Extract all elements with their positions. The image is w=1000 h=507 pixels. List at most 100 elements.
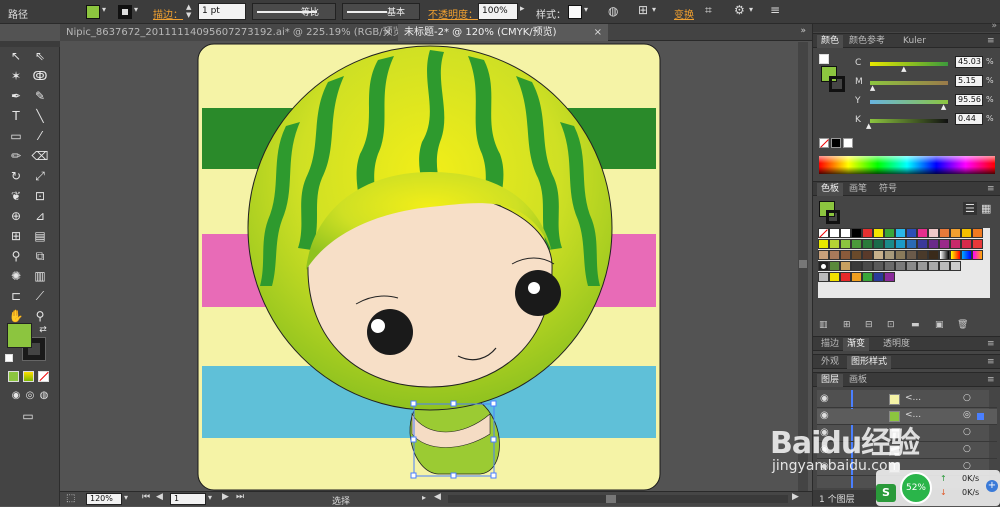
channel-c-field[interactable]: 45.03 [955,56,983,68]
type-tool-icon[interactable]: T [6,107,26,125]
slider-knob[interactable]: ▲ [941,103,946,111]
swatch-olive[interactable] [895,250,906,260]
default-colors-icon[interactable] [819,54,829,64]
channel-k-slider[interactable]: ▲ [866,119,948,130]
panel-menu-icon[interactable]: ≡ [987,338,995,351]
swatch-gray-5[interactable] [895,261,906,271]
chevron-down-icon[interactable]: ▾ [102,5,106,14]
swatch-tan[interactable] [818,250,829,260]
swatch-purple[interactable] [928,239,939,249]
tab-transparency[interactable]: 透明度 [879,338,914,351]
horizontal-scrollbar[interactable] [448,495,788,503]
visibility-eye-icon[interactable]: ◉ [820,393,829,404]
swatch-cyan[interactable] [895,228,906,238]
none-mode-icon[interactable] [38,371,49,382]
graphic-style-swatch[interactable] [568,5,582,19]
pencil-tool-icon[interactable]: ✏ [6,147,26,165]
eyedropper-tool-icon[interactable]: ⚲ [6,247,26,265]
gradient-tool-icon[interactable]: ▤ [30,227,50,245]
align-icon[interactable]: ⊞ [638,3,648,17]
swatch-tangerine[interactable] [972,228,983,238]
swatch-group-green[interactable] [862,272,873,282]
swatch-orange[interactable] [939,228,950,238]
tab-layers[interactable]: 图层 [817,374,844,387]
swatch-mid-green[interactable] [851,239,862,249]
stroke-label[interactable]: 描边： [153,6,183,21]
tab-swatches[interactable]: 色板 [817,183,844,196]
swatch-gray-6[interactable] [906,261,917,271]
tab-color[interactable]: 颜色 [817,35,844,48]
color-spectrum[interactable] [819,156,995,174]
next-artboard-icon[interactable]: ▶ [222,492,229,502]
swatch-amber[interactable] [950,228,961,238]
collapse-icon[interactable]: » [991,21,997,31]
swatch-pink[interactable] [928,228,939,238]
scroll-right-icon[interactable]: ▶ [792,492,799,502]
new-swatch-icon[interactable]: ▣ [935,320,944,330]
black-color-icon[interactable] [831,138,841,148]
artboard-number-field[interactable]: 1 [170,493,206,505]
target-circle-icon[interactable]: ○ [963,444,971,454]
close-icon[interactable]: × [594,24,602,41]
memory-percent-badge[interactable]: 52% [900,472,932,504]
chevron-down-icon[interactable]: ▾ [124,493,128,502]
swatch-gray-1[interactable] [851,261,862,271]
scroll-thumb[interactable] [799,260,807,268]
column-graph-tool-icon[interactable]: ▥ [30,267,50,285]
layer-name[interactable]: <... [905,393,921,403]
fill-swatch[interactable] [7,323,32,348]
swatch-crimson[interactable] [961,239,972,249]
show-swatch-kinds-icon[interactable]: ⊞ [843,320,851,330]
swatch-gradient-rainbow[interactable] [972,250,983,260]
zoom-field[interactable]: 120% [86,493,122,505]
panel-menu-icon[interactable]: ≡ [987,356,995,369]
add-icon[interactable]: + [986,480,998,492]
panel-menu-icon[interactable]: ≡ [987,374,995,387]
target-circle-icon[interactable]: ○ [963,393,971,403]
swatch-plum[interactable] [939,239,950,249]
list-view-icon[interactable]: ☰ [963,202,977,215]
swatch-pattern-leaf[interactable] [829,261,840,271]
swatch-sepia[interactable] [917,250,928,260]
chevron-down-icon[interactable]: ▾ [134,5,138,14]
swatch-teal[interactable] [884,239,895,249]
swatch-sky[interactable] [895,239,906,249]
tab-color-guide[interactable]: 颜色参考 [845,35,889,48]
select-similar-icon[interactable]: ⚙ [734,3,745,17]
panel-menu-icon[interactable]: ≡ [770,3,780,17]
tab-nipic-document[interactable]: Nipic_8637672_20111114095607273192.ai* @… [60,24,407,41]
swatch-gradient-cool[interactable] [961,250,972,260]
swatch-group-blue[interactable] [873,272,884,282]
transform-link[interactable]: 变换 [674,6,694,21]
stroke-color-swatch[interactable] [118,5,132,19]
swatch-white[interactable] [840,228,851,238]
none-color-icon[interactable] [819,138,829,148]
layer-row[interactable]: ◉ <... ○ [817,392,997,408]
swatch-gray-3[interactable] [873,261,884,271]
chevron-down-icon[interactable]: ▾ [749,5,753,14]
swatch-umber[interactable] [906,250,917,260]
slider-knob[interactable]: ▲ [866,122,871,130]
shape-builder-tool-icon[interactable]: ⊕ [6,207,26,225]
warp-tool-icon[interactable]: ❦ [6,187,26,205]
swatch-group-orange[interactable] [851,272,862,282]
eraser-tool-icon[interactable]: ⌫ [30,147,50,165]
previous-artboard-icon[interactable]: ◀ [156,492,163,502]
swatch-yellow[interactable] [873,228,884,238]
panel-menu-icon[interactable]: ≡ [987,35,995,48]
tab-brushes[interactable]: 画笔 [845,183,871,196]
color-mode-icon[interactable] [8,371,19,382]
swatch-blue[interactable] [906,228,917,238]
swatch-sand[interactable] [873,250,884,260]
default-fill-stroke-icon[interactable] [5,354,13,362]
network-speed-widget[interactable]: S 52% ↑ 0K/s ↓ 0K/s + [876,470,1000,506]
selection-tool-icon[interactable]: ↖ [6,47,26,65]
symbol-sprayer-tool-icon[interactable]: ✺ [6,267,26,285]
swatch-gray-10[interactable] [950,261,961,271]
thumbnail-view-icon[interactable]: ▦ [981,202,991,215]
swatch-gray-2[interactable] [862,261,873,271]
swatch-raspberry[interactable] [950,239,961,249]
channel-y-field[interactable]: 95.56 [955,94,983,106]
new-color-group-icon[interactable]: ⊡ [887,320,895,330]
slider-knob[interactable]: ▲ [870,84,875,92]
